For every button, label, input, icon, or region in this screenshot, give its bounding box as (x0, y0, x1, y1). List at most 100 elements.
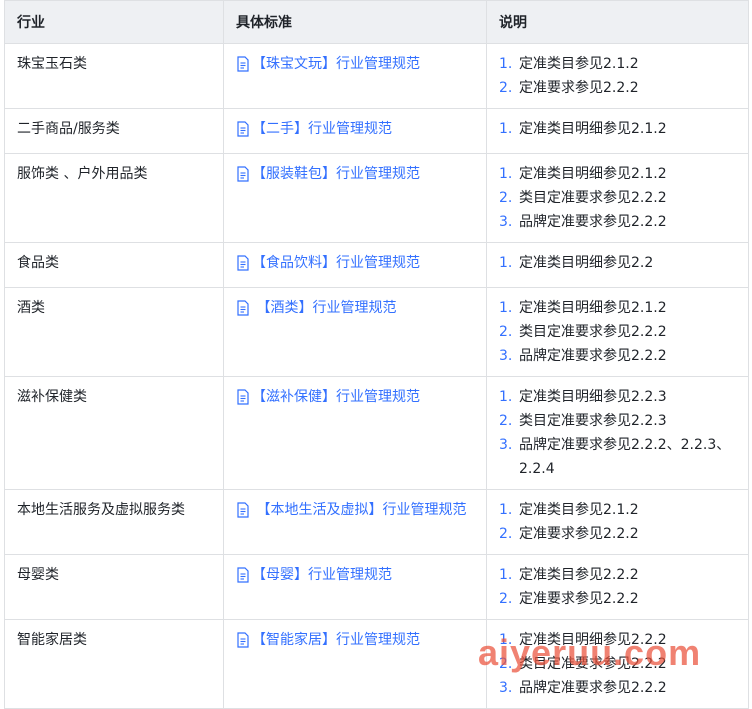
standard-cell: 【二手】行业管理规范 (223, 108, 487, 154)
list-text: 类目定准要求参见2.2.2 (519, 324, 667, 340)
list-number: 2. (499, 656, 513, 672)
list-number: 2. (499, 190, 513, 206)
list-number: 1. (499, 56, 513, 72)
table-row: 酒类 【酒类】行业管理规范 1. 定准类目明细参见2.1.2 2. 类目定准要求参见2.… (4, 287, 749, 377)
list-text: 品牌定准要求参见2.2.2 (519, 348, 667, 364)
standard-link-label: 【服装鞋包】行业管理规范 (252, 166, 420, 182)
list-text: 定准类目明细参见2.1.2 (519, 300, 667, 316)
standard-cell: 【珠宝文玩】行业管理规范 (223, 43, 487, 109)
table-row: 珠宝玉石类 【珠宝文玩】行业管理规范 1. 定准类目参见2.1.2 2. 定准要求参见2.… (4, 43, 749, 109)
industry-cell: 母婴类 (4, 554, 224, 620)
standard-link-label: 【食品饮料】行业管理规范 (252, 255, 420, 271)
industry-cell: 二手商品/服务类 (4, 108, 224, 154)
notes-list: 1. 定准类目参见2.1.2 2. 定准要求参见2.2.2 (499, 52, 742, 100)
list-item: 2. 类目定准要求参见2.2.3 (499, 409, 742, 433)
list-text: 类目定准要求参见2.2.2 (519, 656, 667, 672)
notes-list: 1. 定准类目明细参见2.1.2 2. 类目定准要求参见2.2.2 3. 品牌定准要求参见… (499, 296, 742, 368)
standards-table: 行业 具体标准 说明 珠宝玉石类 【珠宝文玩】行业管理规范 1. 定准类目参见2.1.… (4, 0, 749, 709)
list-item: 1. 定准类目参见2.2.2 (499, 563, 742, 587)
header-industry: 行业 (4, 0, 224, 44)
industry-cell: 智能家居类 (4, 619, 224, 709)
list-item: 2. 类目定准要求参见2.2.2 (499, 652, 742, 676)
notes-cell: 1. 定准类目参见2.1.2 2. 定准要求参见2.2.2 (486, 43, 749, 109)
list-text: 定准类目明细参见2.1.2 (519, 121, 667, 137)
list-item: 3. 品牌定准要求参见2.2.2 (499, 344, 742, 368)
list-item: 2. 类目定准要求参见2.2.2 (499, 320, 742, 344)
standard-link-label: 【滋补保健】行业管理规范 (252, 389, 420, 405)
standard-cell: 【本地生活及虚拟】行业管理规范 (223, 489, 487, 555)
document-icon (237, 255, 249, 271)
list-number: 3. (499, 348, 513, 364)
industry-cell: 本地生活服务及虚拟服务类 (4, 489, 224, 555)
table-header-row: 行业 具体标准 说明 (4, 0, 749, 44)
document-icon (237, 121, 249, 137)
table-row: 食品类 【食品饮料】行业管理规范 1. 定准类目明细参见2.2 (4, 242, 749, 288)
table-row: 本地生活服务及虚拟服务类 【本地生活及虚拟】行业管理规范 1. 定准类目参见2.1.… (4, 489, 749, 555)
list-text: 定准类目参见2.1.2 (519, 502, 639, 518)
standard-cell: 【母婴】行业管理规范 (223, 554, 487, 620)
list-text: 定准类目明细参见2.2.3 (519, 389, 667, 405)
standard-link[interactable]: 【服装鞋包】行业管理规范 (236, 162, 420, 186)
notes-cell: 1. 定准类目明细参见2.2.3 2. 类目定准要求参见2.2.3 3. 品牌定准要求参见… (486, 376, 749, 490)
document-icon (237, 166, 249, 182)
list-item: 3. 品牌定准要求参见2.2.2 (499, 210, 742, 234)
table-row: 二手商品/服务类 【二手】行业管理规范 1. 定准类目明细参见2.1.2 (4, 108, 749, 154)
notes-cell: 1. 定准类目明细参见2.2 (486, 242, 749, 288)
standard-link[interactable]: 【本地生活及虚拟】行业管理规范 (236, 498, 466, 522)
list-item: 1. 定准类目参见2.1.2 (499, 52, 742, 76)
standard-link[interactable]: 【母婴】行业管理规范 (236, 563, 392, 587)
standard-link[interactable]: 【滋补保健】行业管理规范 (236, 385, 420, 409)
standard-link[interactable]: 【酒类】行业管理规范 (236, 296, 396, 320)
table-row: 服饰类 、户外用品类 【服装鞋包】行业管理规范 1. 定准类目明细参见2.1.2 2. 类… (4, 153, 749, 243)
list-number: 1. (499, 567, 513, 583)
list-number: 2. (499, 324, 513, 340)
standard-cell: 【服装鞋包】行业管理规范 (223, 153, 487, 243)
standard-link[interactable]: 【智能家居】行业管理规范 (236, 628, 420, 652)
list-item: 2. 定准要求参见2.2.2 (499, 587, 742, 611)
list-item: 1. 定准类目明细参见2.2.3 (499, 385, 742, 409)
standard-link[interactable]: 【食品饮料】行业管理规范 (236, 251, 420, 275)
list-number: 3. (499, 680, 513, 696)
standard-link-label: 【酒类】行业管理规范 (252, 300, 397, 316)
notes-list: 1. 定准类目明细参见2.1.2 2. 类目定准要求参见2.2.2 3. 品牌定准要求参见… (499, 162, 742, 234)
list-item: 1. 定准类目参见2.1.2 (499, 498, 742, 522)
list-text: 定准类目参见2.2.2 (519, 567, 639, 583)
header-standard: 具体标准 (223, 0, 487, 44)
table-row: 母婴类 【母婴】行业管理规范 1. 定准类目参见2.2.2 2. 定准要求参见2.2.2 (4, 554, 749, 620)
notes-list: 1. 定准类目明细参见2.2 (499, 251, 742, 275)
document-icon (237, 389, 249, 405)
list-item: 1. 定准类目明细参见2.1.2 (499, 117, 742, 141)
list-number: 1. (499, 632, 513, 648)
document-icon (237, 632, 249, 648)
notes-cell: 1. 定准类目明细参见2.1.2 2. 类目定准要求参见2.2.2 3. 品牌定准要求参见… (486, 153, 749, 243)
list-item: 1. 定准类目明细参见2.2 (499, 251, 742, 275)
standard-link-label: 【二手】行业管理规范 (252, 121, 392, 137)
notes-list: 1. 定准类目参见2.1.2 2. 定准要求参见2.2.2 (499, 498, 742, 546)
list-text: 定准要求参见2.2.2 (519, 526, 639, 542)
table-row: 滋补保健类 【滋补保健】行业管理规范 1. 定准类目明细参见2.2.3 2. 类目定准要求… (4, 376, 749, 490)
standard-link[interactable]: 【珠宝文玩】行业管理规范 (236, 52, 420, 76)
standard-link-label: 【本地生活及虚拟】行业管理规范 (252, 502, 467, 518)
document-icon (237, 300, 249, 316)
list-text: 类目定准要求参见2.2.3 (519, 413, 667, 429)
list-text: 定准类目明细参见2.1.2 (519, 166, 667, 182)
standard-link[interactable]: 【二手】行业管理规范 (236, 117, 392, 141)
list-text: 类目定准要求参见2.2.2 (519, 190, 667, 206)
industry-cell: 滋补保健类 (4, 376, 224, 490)
notes-cell: 1. 定准类目明细参见2.1.2 2. 类目定准要求参见2.2.2 3. 品牌定准要求参见… (486, 287, 749, 377)
notes-cell: 1. 定准类目参见2.1.2 2. 定准要求参见2.2.2 (486, 489, 749, 555)
list-number: 3. (499, 214, 513, 230)
industry-cell: 珠宝玉石类 (4, 43, 224, 109)
list-number: 1. (499, 300, 513, 316)
list-number: 2. (499, 591, 513, 607)
list-number: 3. (499, 437, 513, 453)
list-item: 3. 品牌定准要求参见2.2.2、2.2.3、2.2.4 (499, 433, 742, 481)
standard-link-label: 【珠宝文玩】行业管理规范 (252, 56, 420, 72)
list-item: 1. 定准类目明细参见2.2.2 (499, 628, 742, 652)
list-text: 定准类目明细参见2.2 (519, 255, 654, 271)
list-text: 定准类目参见2.1.2 (519, 56, 639, 72)
list-item: 2. 类目定准要求参见2.2.2 (499, 186, 742, 210)
notes-cell: 1. 定准类目参见2.2.2 2. 定准要求参见2.2.2 (486, 554, 749, 620)
list-text: 定准要求参见2.2.2 (519, 591, 639, 607)
notes-list: 1. 定准类目参见2.2.2 2. 定准要求参见2.2.2 (499, 563, 742, 611)
